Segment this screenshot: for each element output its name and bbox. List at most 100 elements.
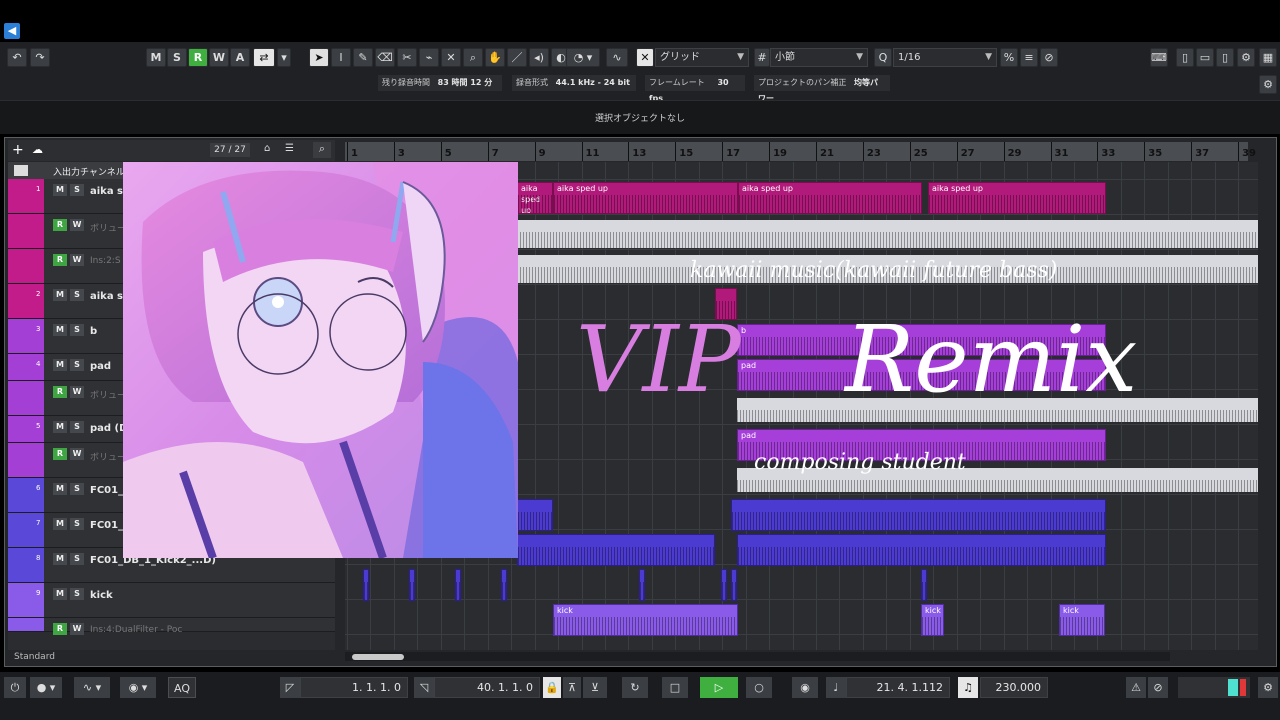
- read-button[interactable]: R: [53, 219, 67, 231]
- play-tool-icon[interactable]: ◂): [529, 48, 549, 67]
- split-tool-icon[interactable]: ✂: [397, 48, 417, 67]
- keyboard-icon[interactable]: ⌨: [1150, 48, 1168, 67]
- grid-unit-select[interactable]: 小節 ▼: [770, 48, 868, 67]
- midi-event[interactable]: kick: [1059, 604, 1105, 636]
- audio-event[interactable]: [639, 569, 645, 601]
- audio-event[interactable]: [517, 534, 715, 566]
- left-locator-icon[interactable]: ◸: [280, 677, 300, 698]
- track-name[interactable]: ボリュー: [90, 388, 126, 401]
- solo-button[interactable]: S: [70, 588, 84, 600]
- auto-scroll-icon[interactable]: ◔ ▾: [566, 48, 600, 67]
- solo-button[interactable]: S: [70, 483, 84, 495]
- write-button[interactable]: W: [70, 448, 84, 460]
- snap-type-icon[interactable]: ✕: [636, 48, 654, 67]
- write-automation-button[interactable]: W: [209, 48, 229, 67]
- track-name[interactable]: Ins:4:DualFilter - Poc: [90, 625, 182, 635]
- mute-button[interactable]: M: [53, 553, 67, 565]
- write-button[interactable]: W: [70, 623, 84, 635]
- solo-button[interactable]: S: [70, 553, 84, 565]
- audio-event[interactable]: aika sped up: [928, 182, 1106, 214]
- waveform-icon[interactable]: ∿ ▾: [74, 677, 110, 698]
- track-name[interactable]: pad: [90, 361, 111, 372]
- mute-button[interactable]: M: [53, 483, 67, 495]
- mute-button[interactable]: M: [53, 359, 67, 371]
- record-mode-icon[interactable]: ● ▾: [30, 677, 62, 698]
- automation-panel-icon[interactable]: ⇄: [253, 48, 275, 67]
- range-tool-icon[interactable]: I: [331, 48, 351, 67]
- window-layout-status[interactable]: Standard: [8, 650, 335, 664]
- mute-button[interactable]: M: [53, 588, 67, 600]
- read-automation-button[interactable]: R: [188, 48, 208, 67]
- right-zone-icon[interactable]: ▯: [1216, 48, 1234, 67]
- pointer-tool-icon[interactable]: ➤: [309, 48, 329, 67]
- pencil-tool-icon[interactable]: ✎: [353, 48, 373, 67]
- gear-icon[interactable]: ⚙: [1258, 677, 1278, 698]
- track-name[interactable]: ボリュー: [90, 221, 126, 234]
- automation-lane[interactable]: [517, 220, 1258, 248]
- metronome-icon[interactable]: ⚠: [1126, 677, 1146, 698]
- track-name[interactable]: FC01_: [90, 520, 123, 531]
- read-button[interactable]: R: [53, 254, 67, 266]
- punch-in-icon[interactable]: ⊼: [563, 677, 581, 698]
- list-icon[interactable]: ☰: [285, 143, 299, 157]
- solo-button[interactable]: S: [70, 324, 84, 336]
- line-tool-icon[interactable]: ／: [507, 48, 527, 67]
- midi-event[interactable]: kick: [553, 604, 738, 636]
- track-name[interactable]: b: [90, 326, 97, 337]
- track-preset-icon[interactable]: ☁: [32, 143, 48, 157]
- audio-event[interactable]: [731, 569, 737, 601]
- snap-icon[interactable]: ∿: [606, 48, 628, 67]
- mute-button[interactable]: M: [53, 289, 67, 301]
- mute-tool-icon[interactable]: ✕: [441, 48, 461, 67]
- track-name[interactable]: FC01_: [90, 485, 123, 496]
- write-button[interactable]: W: [70, 386, 84, 398]
- app-icon[interactable]: ◀: [4, 23, 20, 39]
- punch-out-icon[interactable]: ⊻: [583, 677, 607, 698]
- solo-mode-button[interactable]: S: [167, 48, 187, 67]
- gear-icon[interactable]: ⚙: [1259, 75, 1277, 94]
- audio-event[interactable]: [517, 499, 553, 531]
- audio-event[interactable]: [455, 569, 461, 601]
- audio-event[interactable]: aika sped up: [517, 182, 553, 214]
- home-icon[interactable]: ⌂: [264, 143, 278, 157]
- horizontal-scrollbar[interactable]: [345, 652, 1170, 661]
- chevron-down-icon[interactable]: ▾: [277, 48, 291, 67]
- record-button[interactable]: ○: [746, 677, 772, 698]
- read-button[interactable]: R: [53, 386, 67, 398]
- midi-event[interactable]: kick: [921, 604, 944, 636]
- left-zone-icon[interactable]: ▯: [1176, 48, 1194, 67]
- track-row[interactable]: R W Ins:4:DualFilter - Poc: [8, 618, 335, 635]
- audio-event[interactable]: [501, 569, 507, 601]
- auto-quantize-button[interactable]: AQ: [168, 677, 196, 698]
- timeline-ruler[interactable]: 1 3 5 7 9 11 13 15 17 19 21 23 25 27 29 31 33 35 37 39: [345, 142, 1256, 161]
- left-locator-field[interactable]: 1. 1. 1. 0: [300, 677, 408, 698]
- audio-event[interactable]: [409, 569, 415, 601]
- quantize-apply-icon[interactable]: ≡: [1020, 48, 1038, 67]
- track-name[interactable]: Ins:2:S: [90, 256, 121, 266]
- add-track-icon[interactable]: +: [12, 143, 26, 157]
- gear-icon[interactable]: ⚙: [1237, 48, 1255, 67]
- solo-button[interactable]: S: [70, 359, 84, 371]
- stop-button[interactable]: □: [662, 677, 688, 698]
- track-row[interactable]: 9 M Skick: [8, 583, 335, 618]
- time-format-icon[interactable]: ♩: [826, 677, 846, 698]
- write-button[interactable]: W: [70, 254, 84, 266]
- track-name[interactable]: ボリュー: [90, 450, 126, 463]
- solo-button[interactable]: S: [70, 518, 84, 530]
- automation-mode-button[interactable]: A: [230, 48, 250, 67]
- audio-event[interactable]: [721, 569, 727, 601]
- mute-button[interactable]: M: [53, 324, 67, 336]
- mute-button[interactable]: M: [53, 184, 67, 196]
- audio-event[interactable]: [921, 569, 927, 601]
- hand-tool-icon[interactable]: ✋: [485, 48, 505, 67]
- tempo-track-icon[interactable]: ♫: [958, 677, 978, 698]
- power-icon[interactable]: ⏻: [4, 677, 26, 698]
- grid-icon[interactable]: #: [754, 48, 770, 67]
- metronome-settings-icon[interactable]: ◉ ▾: [120, 677, 156, 698]
- track-name[interactable]: kick: [90, 590, 113, 601]
- mute-mode-button[interactable]: M: [146, 48, 166, 67]
- solo-button[interactable]: S: [70, 421, 84, 433]
- edit-icon[interactable]: ⊘: [1040, 48, 1058, 67]
- audio-event[interactable]: aika sped up: [738, 182, 922, 214]
- solo-button[interactable]: S: [70, 184, 84, 196]
